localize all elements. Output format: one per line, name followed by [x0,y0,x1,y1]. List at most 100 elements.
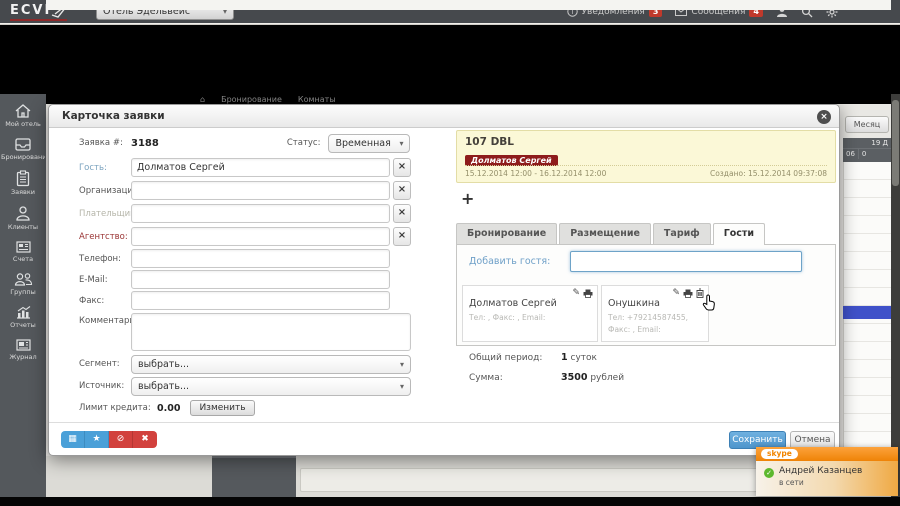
total-period-unit: суток [571,353,597,363]
room-created: Создано: 15.12.2014 09:37:08 [710,169,827,178]
bottom-light-panel [300,468,762,492]
guest-field[interactable] [131,158,390,177]
guest-card[interactable]: ✎ Долматов Сергей Тел: , Факс: , Email: [462,285,598,342]
home-icon [14,103,32,119]
modal-title: Карточка заявки [62,110,165,122]
sidebar-item-booking[interactable]: Бронирование [0,134,46,165]
clear-agency-icon[interactable]: × [393,227,411,246]
comment-field[interactable] [131,313,411,351]
phone-label: Телефон: [79,254,131,264]
sidebar-item-clients[interactable]: Клиенты [0,202,46,235]
edit-guest-icon[interactable]: ✎ [672,288,680,298]
sidebar-item-invoices[interactable]: Счета [0,237,46,267]
payer-label: Плательщик: [79,209,131,219]
request-card-modal: Карточка заявки × Заявка #: 3188 Статус:… [48,104,840,456]
online-status-icon: ✓ [764,468,774,478]
fax-label: Факс: [79,296,131,306]
sidebar: Мой отель Бронирование Заявки Клиенты Сч… [0,94,46,497]
sidebar-item-reports[interactable]: Отчеты [0,302,46,333]
breadcrumb: ⌂ Бронирование Комнаты [200,95,336,104]
guest-card[interactable]: ✎ Онушкина Тел: +79214587455, Факс: , Em… [601,285,709,342]
guest-details: Тел: , Факс: , Email: [469,312,591,324]
add-guest-label: Добавить гостя: [469,256,550,267]
sidebar-item-groups[interactable]: Группы [0,269,46,300]
guest-details: Тел: +79214587455, Факс: , Email: [608,312,702,336]
footer-divider [49,422,839,423]
grid-day-label: 19 Д [843,138,891,147]
credit-limit-label: Лимит кредита: [79,403,157,413]
tab-placement[interactable]: Размещение [559,223,651,244]
tab-booking[interactable]: Бронирование [456,223,557,244]
sum-row: Сумма: 3500 рублей [469,372,624,383]
room-summary-panel: 107 DBL Долматов Сергей 15.12.2014 12:00… [456,130,836,183]
room-number: 107 DBL [465,136,827,148]
skype-contact-name: Андрей Казанцев [779,466,862,476]
skype-logo: skype [761,449,798,459]
invoice-icon [15,240,32,254]
booking-bar[interactable] [843,306,891,319]
skype-notification[interactable]: skype ✓ Андрей Казанцев в сети [756,447,898,496]
clear-organization-icon[interactable]: × [393,181,411,200]
agency-field[interactable] [131,227,390,246]
segment-label: Сегмент: [79,359,131,369]
modal-action-group: ▦ ★ ⊘ ✖ [61,431,157,448]
payer-field[interactable] [131,204,390,223]
tab-tariff[interactable]: Тариф [653,223,711,244]
block-button[interactable]: ⊘ [109,431,133,448]
inbox-icon [14,137,32,152]
total-period-row: Общий период: 1 суток [469,352,597,363]
favorite-button[interactable]: ★ [85,431,109,448]
phone-field[interactable] [131,249,390,268]
add-room-icon[interactable]: + [461,189,474,208]
edit-guest-icon[interactable]: ✎ [572,288,580,298]
sidebar-item-journal[interactable]: Журнал [0,335,46,365]
comment-label: Комментарий: [79,313,131,326]
clear-payer-icon[interactable]: × [393,204,411,223]
guest-label: Гость: [79,163,131,173]
hand-cursor-icon [702,294,716,311]
grid-cell-label: 06 [843,149,859,159]
bottom-dark-panel [212,456,296,497]
status-label: Статус: [287,138,321,148]
status-select[interactable]: Временная▾ [328,134,410,153]
source-select[interactable]: выбрать...▾ [131,377,411,396]
window-bottom-strip [0,497,900,506]
chevron-down-icon: ▾ [399,139,403,148]
request-number-value: 3188 [131,138,159,149]
month-button[interactable]: Месяц [845,116,889,133]
credit-limit-value: 0.00 [157,403,180,414]
journal-icon [15,338,32,352]
sidebar-item-requests[interactable]: Заявки [0,167,46,200]
person-icon [15,205,31,222]
organization-field[interactable] [131,181,390,200]
detail-tabs: Бронирование Размещение Тариф Гости [456,223,767,244]
breadcrumb-home-icon[interactable]: ⌂ [200,95,205,104]
clipboard-icon [15,170,31,187]
delete-button[interactable]: ✖ [133,431,157,448]
print-guest-icon[interactable] [583,289,593,298]
skype-header: skype [756,447,898,461]
calendar-grid-header: 19 Д 06 0 [843,138,891,162]
guest-name: Долматов Сергей [469,298,591,309]
log-button[interactable]: ▦ [61,431,85,448]
sum-value: 3500 [561,372,587,383]
add-guest-input[interactable] [570,251,802,272]
modal-close-icon[interactable]: × [817,110,831,124]
breadcrumb-bookings[interactable]: Бронирование [221,95,282,104]
breadcrumb-rooms[interactable]: Комнаты [298,95,336,104]
room-period: 15.12.2014 12:00 - 16.12.2014 12:00 [465,169,606,178]
sidebar-item-my-hotel[interactable]: Мой отель [0,100,46,132]
fax-field[interactable] [131,291,390,310]
screen: Ecvi v2.0 × – ❐ × ← → ⟳ ⌂ hma.ecvi.ru/bo… [0,0,900,506]
segment-select[interactable]: выбрать...▾ [131,355,411,374]
guest-name: Онушкина [608,298,702,309]
print-guest-icon[interactable] [683,289,693,298]
total-period-label: Общий период: [469,353,561,363]
clear-guest-icon[interactable]: × [393,158,411,177]
scrollbar-thumb[interactable] [892,100,899,186]
breadcrumb-bar [46,0,891,10]
tab-guests[interactable]: Гости [713,223,765,245]
change-credit-button[interactable]: Изменить [190,400,254,416]
organization-label: Организация: [79,186,131,196]
email-field[interactable] [131,270,390,289]
